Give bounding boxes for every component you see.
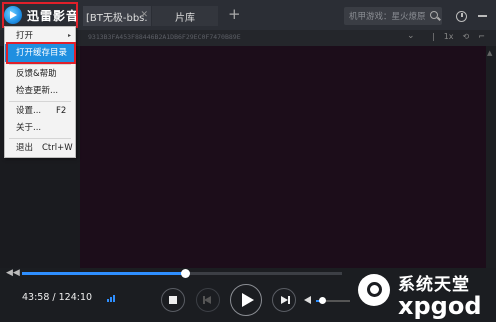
menu-item-feedback-help[interactable]: 反馈&帮助: [5, 65, 75, 83]
menu-item-label: 关于...: [16, 123, 42, 133]
next-button[interactable]: [272, 288, 296, 312]
rotate-icon[interactable]: ⟲: [463, 32, 470, 41]
menu-item-settings[interactable]: 设置... F2: [5, 102, 75, 120]
app-dropdown-menu: 打开 ▸ 打开缓存目录 反馈&帮助 检查更新... 设置... F2 关于...…: [4, 26, 76, 158]
signal-icon: [107, 294, 119, 302]
menu-item-label: 反馈&帮助: [16, 69, 57, 79]
scroll-up-icon[interactable]: ▲: [487, 49, 492, 57]
video-area[interactable]: [80, 46, 486, 268]
time-display: 43:58 / 124:10: [22, 292, 93, 303]
progress-bar[interactable]: [22, 269, 342, 278]
toolbar-icons: | 1x ⟲ ⌐: [432, 32, 485, 41]
menu-item-about[interactable]: 关于...: [5, 119, 75, 137]
stop-button[interactable]: [161, 288, 185, 312]
tab-label: 片库: [175, 12, 195, 24]
menu-shortcut: Ctrl+W: [42, 143, 73, 153]
minimize-icon[interactable]: [478, 15, 487, 17]
play-button[interactable]: [230, 284, 262, 316]
menu-item-highlight-box: [6, 42, 76, 64]
menu-shortcut: F2: [56, 106, 67, 116]
chevron-down-icon[interactable]: ⌄: [407, 31, 415, 41]
menu-item-label: 打开: [16, 31, 34, 41]
speed-toggle[interactable]: 1x: [444, 32, 454, 41]
menu-item-exit[interactable]: 退出 Ctrl+W: [5, 139, 75, 157]
progress-fill: [22, 272, 186, 275]
search-icon[interactable]: [430, 11, 438, 19]
menu-item-label: 检查更新...: [16, 86, 59, 96]
volume-slider[interactable]: [316, 297, 350, 304]
search-input[interactable]: 机甲游戏：星火燎原: [344, 7, 442, 25]
crop-icon[interactable]: ⌐: [478, 32, 485, 41]
add-tab-button[interactable]: +: [228, 5, 241, 23]
watermark-line2: xpgod: [398, 292, 482, 320]
app-menu-highlight-box: [2, 2, 78, 28]
close-icon[interactable]: ✕: [140, 10, 148, 20]
tab-label: [BT无极-bbs.: [86, 12, 148, 24]
watermark-icon: [358, 274, 390, 306]
menu-item-label: 设置...: [16, 106, 42, 116]
watermark-logo: 系统天堂 xpgod: [358, 270, 494, 320]
history-clock-icon[interactable]: [456, 11, 467, 22]
previous-button[interactable]: [196, 288, 220, 312]
volume-icon[interactable]: [304, 296, 311, 304]
scrollbar[interactable]: ▲: [486, 46, 496, 268]
menu-item-label: 退出: [16, 143, 34, 153]
rewind-icon[interactable]: ◀◀: [6, 268, 20, 278]
file-hash: 9313B3FA453F88446B2A1DB6F29EC0F7470B89E: [88, 33, 241, 41]
search-placeholder: 机甲游戏：星火燎原: [349, 12, 426, 22]
divider: |: [432, 32, 435, 41]
tab-library[interactable]: 片库: [152, 6, 218, 26]
tab-current-video[interactable]: [BT无极-bbs. ✕: [83, 6, 151, 26]
menu-item-check-updates[interactable]: 检查更新...: [5, 82, 75, 100]
